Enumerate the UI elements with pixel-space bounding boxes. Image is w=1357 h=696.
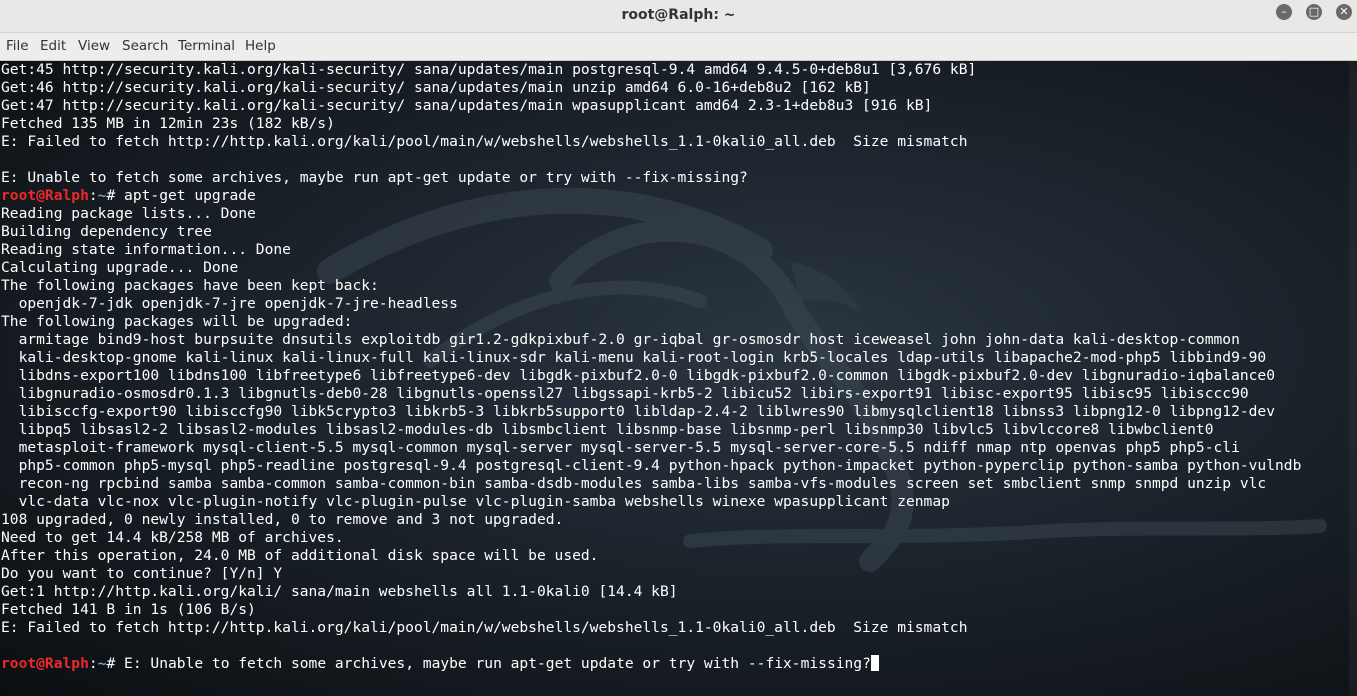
line-text: Get:45 http://security.kali.org/kali-sec… (1, 61, 977, 78)
prompt-user: root@Ralph (1, 655, 89, 672)
line-text: E: Unable to fetch some archives, maybe … (124, 655, 871, 672)
output-line: Reading package lists... Done (1, 205, 1301, 223)
output-line: libdns-export100 libdns100 libfreetype6 … (1, 367, 1301, 385)
prompt-line: root@Ralph:~# E: Unable to fetch some ar… (1, 655, 1301, 673)
terminal-output: Get:45 http://security.kali.org/kali-sec… (1, 61, 1301, 691)
line-text: Get:47 http://security.kali.org/kali-sec… (1, 97, 933, 114)
output-line: metasploit-framework mysql-client-5.5 my… (1, 439, 1301, 457)
scrollbar[interactable] (1349, 61, 1357, 696)
terminal-area[interactable]: Get:45 http://security.kali.org/kali-sec… (0, 61, 1357, 696)
line-text: Fetched 141 B in 1s (106 B/s) (1, 601, 256, 618)
output-line: libgnuradio-osmosdr0.1.3 libgnutls-deb0-… (1, 385, 1301, 403)
output-line: E: Unable to fetch some archives, maybe … (1, 169, 1301, 187)
line-text: libdns-export100 libdns100 libfreetype6 … (1, 367, 1275, 384)
text-cursor (870, 655, 879, 671)
output-line: php5-common php5-mysql php5-readline pos… (1, 457, 1302, 475)
line-text: armitage bind9-host burpsuite dnsutils e… (1, 331, 1240, 348)
line-text: apt-get upgrade (124, 187, 256, 204)
line-text: kali-desktop-gnome kali-linux kali-linux… (1, 349, 1267, 366)
terminal-window: root@Ralph: ~ – □ ✕ File Edit View Searc… (0, 0, 1357, 696)
output-line: E: Failed to fetch http://http.kali.org/… (1, 133, 1301, 151)
line-text: Fetched 135 MB in 12min 23s (182 kB/s) (1, 115, 335, 132)
line-text: Reading state information... Done (1, 241, 291, 258)
output-line: The following packages have been kept ba… (1, 277, 1301, 295)
line-text: libisccfg-export90 libisccfg90 libk5cryp… (1, 403, 1275, 420)
menu-search[interactable]: Search (122, 38, 168, 54)
title-bar[interactable]: root@Ralph: ~ – □ ✕ (0, 0, 1357, 33)
output-line: kali-desktop-gnome kali-linux kali-linux… (1, 349, 1301, 367)
output-line: Do you want to continue? [Y/n] Y (1, 565, 1301, 583)
menu-help[interactable]: Help (245, 38, 276, 54)
window-title: root@Ralph: ~ (621, 7, 736, 23)
output-line: vlc-data vlc-nox vlc-plugin-notify vlc-p… (1, 493, 1301, 511)
line-text: Get:46 http://security.kali.org/kali-sec… (1, 79, 871, 96)
line-text: openjdk-7-jdk openjdk-7-jre openjdk-7-jr… (1, 295, 458, 312)
line-text: Calculating upgrade... Done (1, 259, 239, 276)
output-line: Get:45 http://security.kali.org/kali-sec… (1, 61, 1301, 79)
menu-file[interactable]: File (6, 38, 29, 54)
line-text: The following packages have been kept ba… (1, 277, 379, 294)
minimize-icon[interactable]: – (1276, 4, 1292, 20)
line-text: recon-ng rpcbind samba samba-common samb… (1, 475, 1267, 492)
line-text: php5-common php5-mysql php5-readline pos… (1, 457, 1302, 474)
output-line: Reading state information... Done (1, 241, 1301, 259)
output-line: After this operation, 24.0 MB of additio… (1, 547, 1301, 565)
line-text: Need to get 14.4 kB/258 MB of archives. (1, 529, 344, 546)
output-line: Get:46 http://security.kali.org/kali-sec… (1, 79, 1301, 97)
output-line: Building dependency tree (1, 223, 1301, 241)
output-line: Need to get 14.4 kB/258 MB of archives. (1, 529, 1301, 547)
menu-view[interactable]: View (78, 38, 110, 54)
output-line: Fetched 135 MB in 12min 23s (182 kB/s) (1, 115, 1301, 133)
menu-edit[interactable]: Edit (40, 38, 66, 54)
output-line: recon-ng rpcbind samba samba-common samb… (1, 475, 1301, 493)
line-text: E: Unable to fetch some archives, maybe … (1, 169, 748, 186)
prompt-line: root@Ralph:~# apt-get upgrade (1, 187, 1301, 205)
menu-bar: File Edit View Search Terminal Help (0, 33, 1357, 61)
line-text: metasploit-framework mysql-client-5.5 my… (1, 439, 1240, 456)
line-text: Get:1 http://http.kali.org/kali/ sana/ma… (1, 583, 678, 600)
line-text: E: Failed to fetch http://http.kali.org/… (1, 133, 968, 150)
line-text: libpq5 libsasl2-2 libsasl2-modules libsa… (1, 421, 1214, 438)
line-text: E: Failed to fetch http://http.kali.org/… (1, 619, 968, 636)
line-text: Building dependency tree (1, 223, 212, 240)
close-icon[interactable]: ✕ (1336, 4, 1352, 20)
line-text: 108 upgraded, 0 newly installed, 0 to re… (1, 511, 564, 528)
output-line: 108 upgraded, 0 newly installed, 0 to re… (1, 511, 1301, 529)
output-line: Get:1 http://http.kali.org/kali/ sana/ma… (1, 583, 1301, 601)
maximize-icon[interactable]: □ (1306, 4, 1322, 20)
prompt-user: root@Ralph (1, 187, 89, 204)
output-line: Fetched 141 B in 1s (106 B/s) (1, 601, 1301, 619)
output-line: libpq5 libsasl2-2 libsasl2-modules libsa… (1, 421, 1301, 439)
line-text: The following packages will be upgraded: (1, 313, 353, 330)
prompt-separator: : (88, 187, 98, 204)
output-line: Calculating upgrade... Done (1, 259, 1301, 277)
output-line: armitage bind9-host burpsuite dnsutils e… (1, 331, 1301, 349)
prompt-separator: : (88, 655, 98, 672)
output-line: E: Failed to fetch http://http.kali.org/… (1, 619, 1301, 637)
line-text: Reading package lists... Done (1, 205, 256, 222)
prompt-symbol: # (106, 655, 125, 672)
line-text: vlc-data vlc-nox vlc-plugin-notify vlc-p… (1, 493, 950, 510)
menu-terminal[interactable]: Terminal (178, 38, 235, 54)
line-text: libgnuradio-osmosdr0.1.3 libgnutls-deb0-… (1, 385, 1249, 402)
output-line: openjdk-7-jdk openjdk-7-jre openjdk-7-jr… (1, 295, 1301, 313)
output-line: libisccfg-export90 libisccfg90 libk5cryp… (1, 403, 1301, 421)
line-text: After this operation, 24.0 MB of additio… (1, 547, 599, 564)
prompt-symbol: # (106, 187, 125, 204)
output-line: Get:47 http://security.kali.org/kali-sec… (1, 97, 1301, 115)
line-text: Do you want to continue? [Y/n] Y (1, 565, 283, 582)
output-line: The following packages will be upgraded: (1, 313, 1301, 331)
